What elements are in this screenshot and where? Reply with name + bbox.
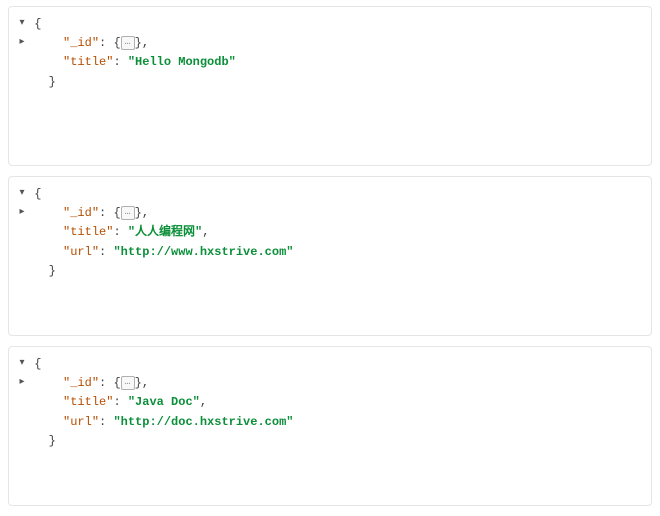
comma: , [142,206,149,220]
toggle-spacer [17,393,27,394]
json-field-line: "title": "人人编程网", [17,223,641,242]
collapsed-ellipsis-icon[interactable]: … [121,376,135,390]
json-close-line: } [17,262,641,281]
brace-open-inline: { [113,36,120,50]
json-value: "Java Doc" [128,395,200,409]
expand-toggle-icon[interactable]: ▾ [17,355,27,372]
json-field-content: "_id": {…}, [27,204,149,223]
json-key: "_id" [63,376,99,390]
colon: : [113,225,127,239]
brace-close-inline: } [135,36,142,50]
document-block: ▾ {▸ "_id": {…}, "title": "Hello Mongodb… [8,6,652,166]
json-field-line: ▸ "_id": {…}, [17,204,641,223]
brace-close-inline: } [135,206,142,220]
json-key: "title" [63,55,113,69]
json-field-line: ▸ "_id": {…}, [17,34,641,53]
json-key: "title" [63,395,113,409]
toggle-spacer [17,413,27,414]
json-key: "title" [63,225,113,239]
expand-toggle-icon[interactable]: ▾ [17,185,27,202]
json-value: "http://doc.hxstrive.com" [113,415,293,429]
json-value: "http://www.hxstrive.com" [113,245,293,259]
json-close-line: } [17,73,641,92]
brace-open: { [27,185,41,204]
expand-toggle-icon[interactable]: ▾ [17,15,27,32]
toggle-spacer [17,243,27,244]
json-field-content: "_id": {…}, [27,34,149,53]
json-field-line: "title": "Java Doc", [17,393,641,412]
brace-close: } [27,73,56,92]
collapsed-ellipsis-icon[interactable]: … [121,36,135,50]
toggle-spacer [17,432,27,433]
json-key: "_id" [63,206,99,220]
json-field-line: "url": "http://www.hxstrive.com" [17,243,641,262]
toggle-spacer [17,262,27,263]
json-field-content: "_id": {…}, [27,374,149,393]
json-key: "_id" [63,36,99,50]
toggle-spacer [17,223,27,224]
comma: , [200,395,207,409]
toggle-spacer [17,73,27,74]
json-field-content: "title": "Hello Mongodb" [27,53,236,72]
json-field-content: "url": "http://doc.hxstrive.com" [27,413,293,432]
comma: , [142,36,149,50]
comma: , [142,376,149,390]
json-close-line: } [17,432,641,451]
toggle-spacer [17,53,27,54]
json-open-line: ▾ { [17,185,641,204]
comma: , [202,225,209,239]
colon: : [99,206,113,220]
json-field-content: "url": "http://www.hxstrive.com" [27,243,293,262]
colon: : [99,245,113,259]
expand-toggle-icon[interactable]: ▸ [17,374,27,391]
json-key: "url" [63,245,99,259]
brace-close: } [27,262,56,281]
brace-close-inline: } [135,376,142,390]
collapsed-ellipsis-icon[interactable]: … [121,206,135,220]
expand-toggle-icon[interactable]: ▸ [17,204,27,221]
json-value: "人人编程网" [128,225,202,239]
brace-open-inline: { [113,206,120,220]
json-field-line: "title": "Hello Mongodb" [17,53,641,72]
json-field-line: ▸ "_id": {…}, [17,374,641,393]
json-field-content: "title": "Java Doc", [27,393,207,412]
document-block: ▾ {▸ "_id": {…}, "title": "Java Doc", "u… [8,346,652,506]
brace-close: } [27,432,56,451]
colon: : [113,395,127,409]
brace-open-inline: { [113,376,120,390]
json-key: "url" [63,415,99,429]
json-open-line: ▾ { [17,15,641,34]
json-field-content: "title": "人人编程网", [27,223,209,242]
colon: : [113,55,127,69]
json-value: "Hello Mongodb" [128,55,236,69]
document-block: ▾ {▸ "_id": {…}, "title": "人人编程网", "url"… [8,176,652,336]
json-field-line: "url": "http://doc.hxstrive.com" [17,413,641,432]
expand-toggle-icon[interactable]: ▸ [17,34,27,51]
colon: : [99,415,113,429]
brace-open: { [27,355,41,374]
colon: : [99,36,113,50]
json-open-line: ▾ { [17,355,641,374]
colon: : [99,376,113,390]
brace-open: { [27,15,41,34]
